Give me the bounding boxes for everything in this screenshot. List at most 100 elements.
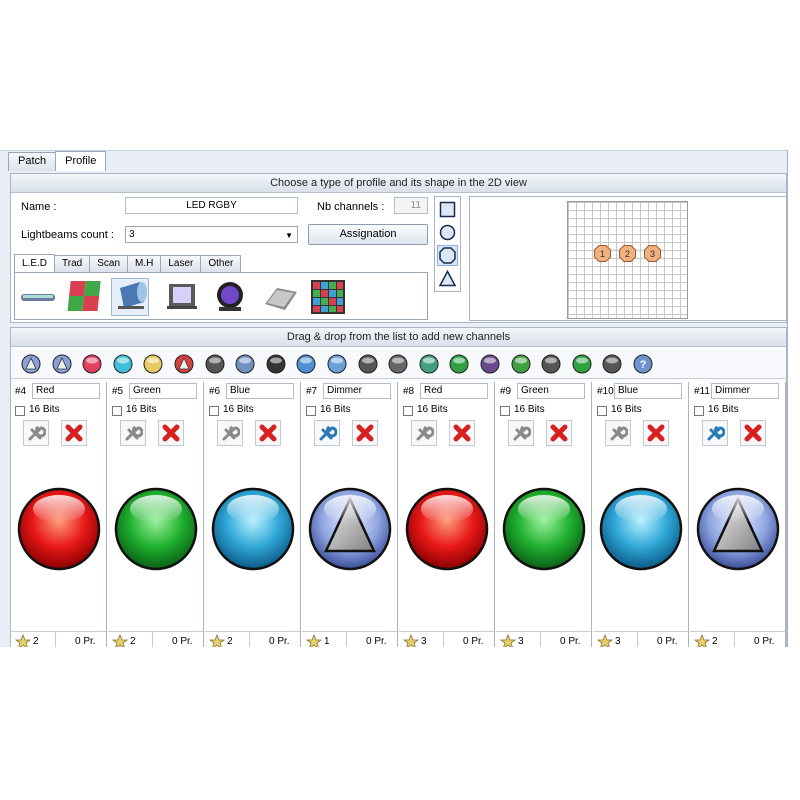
- triangle-shape-icon[interactable]: [437, 268, 458, 289]
- name-input[interactable]: LED RGBY: [125, 197, 298, 214]
- led-bar-icon[interactable]: [19, 278, 57, 316]
- channel-column[interactable]: #9 Green 16 Bits 3 0 Pr.: [496, 382, 592, 647]
- wrench-icon[interactable]: [23, 420, 49, 446]
- reset-icon[interactable]: [572, 354, 592, 374]
- channel-column[interactable]: #5 Green 16 Bits 2 0 Pr.: [108, 382, 204, 647]
- square-shape-icon[interactable]: [437, 199, 458, 220]
- tab-other[interactable]: Other: [200, 255, 242, 272]
- tab-patch[interactable]: Patch: [8, 152, 57, 171]
- channel-name-input[interactable]: Dimmer: [323, 383, 391, 399]
- 16-bits-checkbox[interactable]: [306, 406, 316, 416]
- speed-icon[interactable]: [480, 354, 500, 374]
- channel-column[interactable]: #11 Dimmer 16 Bits 2 0 Pr.: [690, 382, 786, 647]
- lightbeam-1[interactable]: 1: [594, 245, 611, 262]
- lightbeam-assign-icon[interactable]: [694, 634, 710, 647]
- channel-name-input[interactable]: Red: [32, 383, 100, 399]
- pixel-matrix-icon[interactable]: [309, 278, 347, 316]
- lightbeam-assign-icon[interactable]: [306, 634, 322, 647]
- effect-icon[interactable]: [511, 354, 531, 374]
- channel-number: #9: [500, 386, 512, 397]
- dimmer-icon[interactable]: [21, 354, 41, 374]
- red-orb-icon: [17, 487, 101, 571]
- tab-led[interactable]: L.E.D: [14, 254, 56, 272]
- 16-bits-checkbox[interactable]: [500, 406, 510, 416]
- octagon-shape-icon[interactable]: [437, 245, 458, 266]
- tab-mh[interactable]: M.H: [127, 255, 162, 272]
- delete-icon[interactable]: [352, 420, 378, 446]
- delete-icon[interactable]: [255, 420, 281, 446]
- led-par-icon[interactable]: [211, 278, 249, 316]
- matrix-tile-icon[interactable]: [261, 278, 299, 316]
- assignation-button[interactable]: Assignation: [308, 224, 428, 245]
- blue-orb-icon: [211, 487, 295, 571]
- lightbeam-assign-icon[interactable]: [112, 634, 128, 647]
- lightbeam-assign-icon[interactable]: [15, 634, 31, 647]
- 16-bits-checkbox[interactable]: [597, 406, 607, 416]
- circle-shape-icon[interactable]: [437, 222, 458, 243]
- lightbeam-2[interactable]: 2: [619, 245, 636, 262]
- flood-light-icon[interactable]: [163, 278, 201, 316]
- tab-scan[interactable]: Scan: [89, 255, 129, 272]
- lightbeams-select[interactable]: 3 ▼: [125, 226, 298, 243]
- delete-icon[interactable]: [740, 420, 766, 446]
- delete-icon[interactable]: [61, 420, 87, 446]
- frost-icon[interactable]: [388, 354, 408, 374]
- channel-name-input[interactable]: Blue: [226, 383, 294, 399]
- focus-icon[interactable]: [358, 354, 378, 374]
- lightbeam-assign-icon[interactable]: [597, 634, 613, 647]
- 16-bits-checkbox[interactable]: [694, 406, 704, 416]
- 16-bits-checkbox[interactable]: [112, 406, 122, 416]
- cmy-color-icon[interactable]: [113, 354, 133, 374]
- tab-trad[interactable]: Trad: [54, 255, 91, 272]
- rgb-color-icon[interactable]: [82, 354, 102, 374]
- 16-bits-checkbox[interactable]: [403, 406, 413, 416]
- led-panel-icon[interactable]: [65, 278, 103, 316]
- channel-column[interactable]: #7 Dimmer 16 Bits 1 0 Pr.: [302, 382, 398, 647]
- 16-bits-checkbox[interactable]: [209, 406, 219, 416]
- delete-icon[interactable]: [449, 420, 475, 446]
- delete-icon[interactable]: [546, 420, 572, 446]
- prism-icon[interactable]: [296, 354, 316, 374]
- wrench-icon[interactable]: [120, 420, 146, 446]
- lightbeam-assign-icon[interactable]: [403, 634, 419, 647]
- gobo-rotation-icon[interactable]: [235, 354, 255, 374]
- 2d-grid[interactable]: 1 2 3: [567, 201, 688, 319]
- wrench-icon[interactable]: [314, 420, 340, 446]
- channel-name-input[interactable]: Green: [129, 383, 197, 399]
- zoom-icon[interactable]: [327, 354, 347, 374]
- channel-number: #11: [694, 386, 710, 397]
- channel-name-input[interactable]: Green: [517, 383, 585, 399]
- channel-column[interactable]: #6 Blue 16 Bits 2 0 Pr.: [205, 382, 301, 647]
- channel-name-input[interactable]: Dimmer: [711, 383, 779, 399]
- lightbeam-3[interactable]: 3: [644, 245, 661, 262]
- lightbeam-assign-icon[interactable]: [209, 634, 225, 647]
- lamp-icon[interactable]: [602, 354, 622, 374]
- presets-count: 0 Pr.: [75, 636, 96, 647]
- pan-icon[interactable]: [419, 354, 439, 374]
- channel-column[interactable]: #8 Red 16 Bits 3 0 Pr.: [399, 382, 495, 647]
- wrench-icon[interactable]: [508, 420, 534, 446]
- channel-name-input[interactable]: Blue: [614, 383, 682, 399]
- tab-profile[interactable]: Profile: [55, 151, 107, 171]
- tab-laser[interactable]: Laser: [160, 255, 202, 272]
- tilt-icon[interactable]: [449, 354, 469, 374]
- 16-bits-checkbox[interactable]: [15, 406, 25, 416]
- gobo-icon[interactable]: [205, 354, 225, 374]
- channel-name-input[interactable]: Red: [420, 383, 488, 399]
- iris-icon[interactable]: [266, 354, 286, 374]
- amber-icon[interactable]: [143, 354, 163, 374]
- wrench-icon[interactable]: [702, 420, 728, 446]
- macro-icon[interactable]: [541, 354, 561, 374]
- help-icon[interactable]: ?: [633, 354, 653, 374]
- shutter-icon[interactable]: [52, 354, 72, 374]
- wrench-icon[interactable]: [217, 420, 243, 446]
- channel-column[interactable]: #10 Blue 16 Bits 3 0 Pr.: [593, 382, 689, 647]
- wrench-icon[interactable]: [411, 420, 437, 446]
- color-wheel-icon[interactable]: [174, 354, 194, 374]
- channel-column[interactable]: #4 Red 16 Bits 2 0 Pr.: [11, 382, 107, 647]
- par-can-icon[interactable]: [111, 278, 149, 316]
- delete-icon[interactable]: [158, 420, 184, 446]
- delete-icon[interactable]: [643, 420, 669, 446]
- lightbeam-assign-icon[interactable]: [500, 634, 516, 647]
- wrench-icon[interactable]: [605, 420, 631, 446]
